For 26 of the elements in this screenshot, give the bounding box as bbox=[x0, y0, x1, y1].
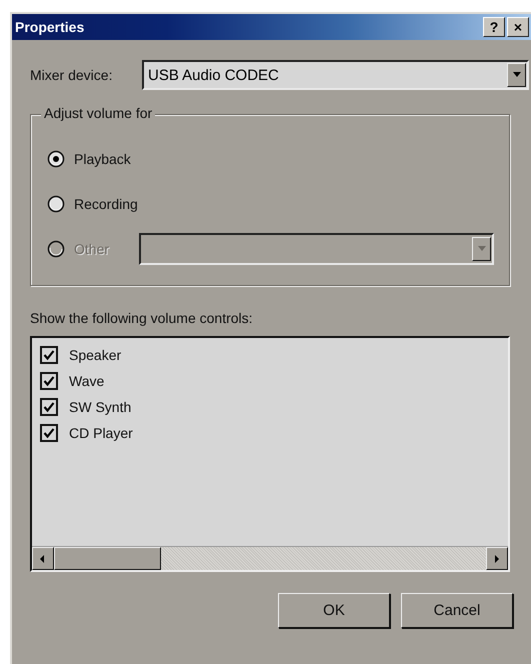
horizontal-scrollbar[interactable] bbox=[32, 546, 508, 570]
window-title: Properties bbox=[15, 19, 84, 35]
controls-label: Show the following volume controls: bbox=[30, 310, 253, 326]
cancel-button[interactable]: Cancel bbox=[401, 593, 513, 628]
radio-label[interactable]: Recording bbox=[74, 196, 138, 212]
control-label[interactable]: SW Synth bbox=[69, 399, 132, 415]
control-label[interactable]: CD Player bbox=[69, 425, 133, 441]
radio-button[interactable] bbox=[47, 195, 65, 213]
close-button[interactable]: × bbox=[507, 17, 529, 37]
checkbox[interactable] bbox=[40, 346, 58, 364]
mixer-device-dropdown[interactable]: USB Audio CODEC bbox=[142, 60, 529, 90]
ok-button[interactable]: OK bbox=[278, 593, 390, 628]
scroll-thumb[interactable] bbox=[54, 547, 161, 570]
help-button[interactable]: ? bbox=[483, 17, 505, 37]
checkbox[interactable] bbox=[40, 372, 58, 390]
scroll-left-button[interactable] bbox=[32, 547, 54, 570]
control-label[interactable]: Wave bbox=[69, 373, 104, 389]
group-title: Adjust volume for bbox=[41, 105, 156, 121]
scroll-right-button[interactable] bbox=[486, 547, 508, 570]
mixer-device-label: Mixer device: bbox=[30, 67, 114, 83]
checkbox[interactable] bbox=[40, 398, 58, 416]
radio-label[interactable]: Playback bbox=[74, 151, 131, 167]
right-arrow-icon bbox=[492, 554, 502, 564]
radio-button[interactable] bbox=[47, 150, 65, 168]
control-label[interactable]: Speaker bbox=[69, 347, 122, 363]
checkbox[interactable] bbox=[40, 424, 58, 442]
